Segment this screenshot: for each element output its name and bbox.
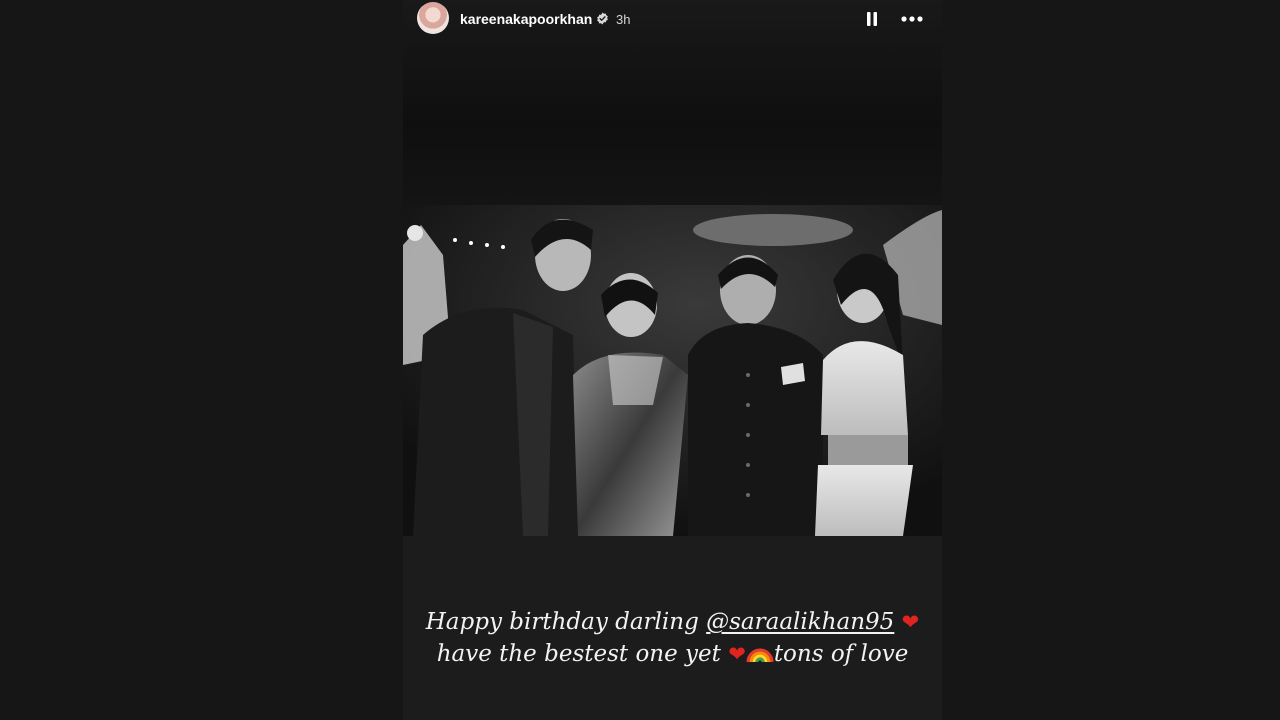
pause-icon[interactable] [865,11,879,27]
story-viewer[interactable]: kareenakapoorkhan 3h Happy birthday darl… [403,0,942,720]
avatar[interactable] [417,2,449,34]
verified-badge-icon [597,12,608,25]
story-photo-image [403,205,942,536]
more-options-icon[interactable] [900,11,924,27]
username-link[interactable]: kareenakapoorkhan [460,11,592,27]
story-photo [403,205,942,536]
red-heart-emoji: ❤ [728,642,746,666]
story-header: kareenakapoorkhan 3h [403,0,942,40]
story-timestamp: 3h [616,12,631,27]
red-heart-emoji: ❤ [901,610,920,634]
caption-text-3: tons of love [773,641,909,667]
caption-text-2: have the bestest one yet [436,641,729,667]
caption-text-1: Happy birthday darling [425,609,707,635]
caption-line-2: have the bestest one yet ❤ tons of love [403,638,942,670]
story-caption: Happy birthday darling @saraalikhan95 ❤ … [403,606,942,670]
caption-line-1: Happy birthday darling @saraalikhan95 ❤ [403,606,942,638]
mention-link[interactable]: @saraalikhan95 [706,609,894,635]
rainbow-emoji [746,648,774,663]
